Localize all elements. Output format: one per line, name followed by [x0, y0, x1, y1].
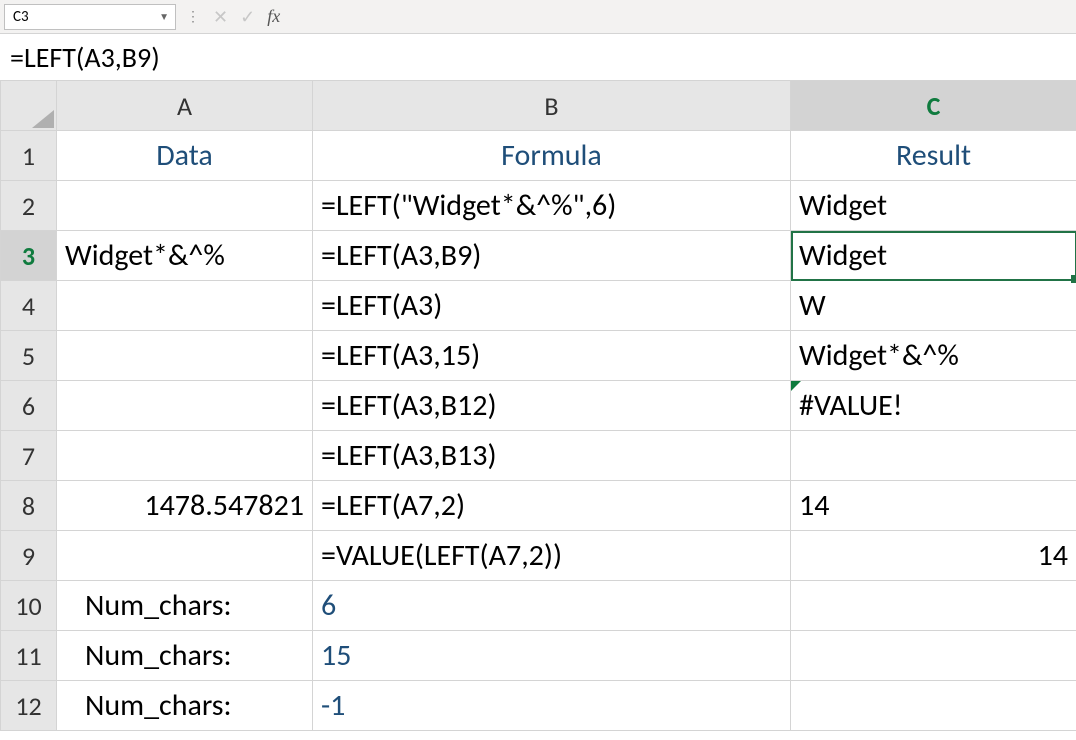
cell-C11[interactable]	[791, 631, 1076, 681]
cell-A2[interactable]	[57, 181, 313, 231]
row-header-12[interactable]: 12	[1, 681, 57, 731]
spreadsheet-grid[interactable]: A B C 1 Data Formula Result 2 =LEFT("Wid…	[0, 80, 1076, 740]
row-header-3[interactable]: 3	[1, 231, 57, 281]
cell-A4[interactable]	[57, 281, 313, 331]
cell-A7[interactable]	[57, 431, 313, 481]
cell-A9[interactable]	[57, 531, 313, 581]
cell-A8[interactable]: 1478.547821	[57, 481, 313, 531]
row-header-7[interactable]: 7	[1, 431, 57, 481]
cell-C12[interactable]	[791, 681, 1076, 731]
enter-icon[interactable]: ✓	[240, 6, 255, 28]
row-header-5[interactable]: 5	[1, 331, 57, 381]
row-header-4[interactable]: 4	[1, 281, 57, 331]
cell-C5[interactable]: Widget*&^%	[791, 331, 1076, 381]
name-box-value: C3	[13, 8, 29, 26]
fx-icon[interactable]: fx	[267, 6, 280, 27]
cell-A1[interactable]: Data	[57, 131, 313, 181]
formula-input[interactable]: =LEFT(A3,B9)	[0, 34, 1076, 85]
cell-C10[interactable]	[791, 581, 1076, 631]
cell-C3[interactable]: Widget	[791, 231, 1076, 281]
cell-B12[interactable]: -1	[313, 681, 791, 731]
row-header-2[interactable]: 2	[1, 181, 57, 231]
row-header-11[interactable]: 11	[1, 631, 57, 681]
cell-B6[interactable]: =LEFT(A3,B12)	[313, 381, 791, 431]
cell-A3[interactable]: Widget*&^%	[57, 231, 313, 281]
cell-C6[interactable]: #VALUE!	[791, 381, 1076, 431]
cell-C9[interactable]: 14	[791, 531, 1076, 581]
cell-B4[interactable]: =LEFT(A3)	[313, 281, 791, 331]
cancel-icon[interactable]: ✕	[213, 6, 228, 28]
row-header-8[interactable]: 8	[1, 481, 57, 531]
cell-B1[interactable]: Formula	[313, 131, 791, 181]
cell-C7[interactable]	[791, 431, 1076, 481]
select-all-corner[interactable]	[1, 81, 57, 131]
cell-B5[interactable]: =LEFT(A3,15)	[313, 331, 791, 381]
cell-C1[interactable]: Result	[791, 131, 1076, 181]
col-header-A[interactable]: A	[57, 81, 313, 131]
row-header-10[interactable]: 10	[1, 581, 57, 631]
row-header-1[interactable]: 1	[1, 131, 57, 181]
cell-A6[interactable]	[57, 381, 313, 431]
cell-B9[interactable]: =VALUE(LEFT(A7,2))	[313, 531, 791, 581]
cell-A5[interactable]	[57, 331, 313, 381]
cell-B11[interactable]: 15	[313, 631, 791, 681]
cell-B10[interactable]: 6	[313, 581, 791, 631]
cell-A12[interactable]: Num_chars:	[57, 681, 313, 731]
formula-bar: C3 ▼ ⋮ ✕ ✓ fx	[0, 0, 1076, 34]
row-header-6[interactable]: 6	[1, 381, 57, 431]
cell-C2[interactable]: Widget	[791, 181, 1076, 231]
cell-C8[interactable]: 14	[791, 481, 1076, 531]
cell-B7[interactable]: =LEFT(A3,B13)	[313, 431, 791, 481]
cell-B2[interactable]: =LEFT("Widget*&^%",6)	[313, 181, 791, 231]
chevron-down-icon[interactable]: ▼	[159, 10, 169, 23]
cell-A10[interactable]: Num_chars:	[57, 581, 313, 631]
formula-input-text: =LEFT(A3,B9)	[10, 40, 160, 75]
cell-B8[interactable]: =LEFT(A7,2)	[313, 481, 791, 531]
cell-B3[interactable]: =LEFT(A3,B9)	[313, 231, 791, 281]
row-header-9[interactable]: 9	[1, 531, 57, 581]
cell-A11[interactable]: Num_chars:	[57, 631, 313, 681]
cell-C4[interactable]: W	[791, 281, 1076, 331]
formula-bar-buttons: ⋮ ✕ ✓ fx	[186, 6, 280, 28]
col-header-C[interactable]: C	[791, 81, 1076, 131]
drag-handle-icon[interactable]: ⋮	[186, 8, 201, 25]
name-box[interactable]: C3 ▼	[4, 4, 176, 30]
col-header-B[interactable]: B	[313, 81, 791, 131]
